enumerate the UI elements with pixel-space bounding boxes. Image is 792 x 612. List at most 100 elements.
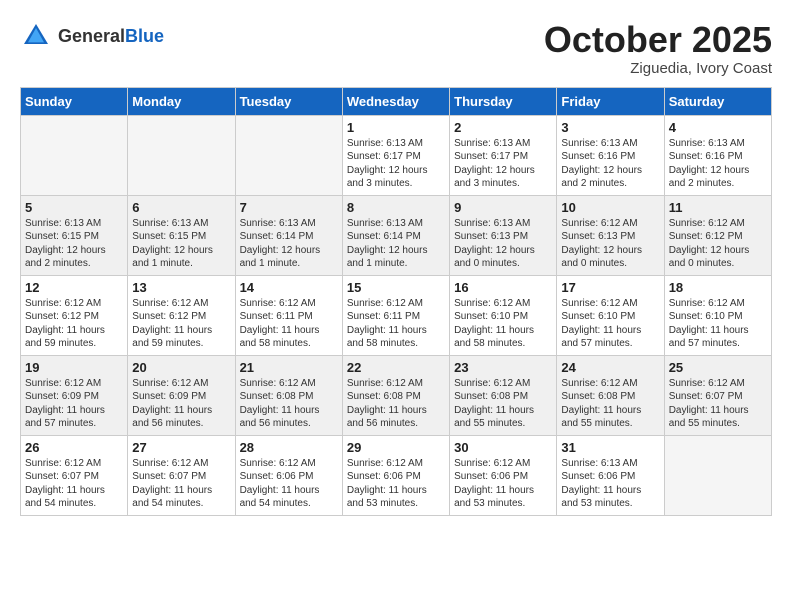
calendar-day-cell: 1 Sunrise: 6:13 AM Sunset: 6:17 PM Daylig…	[342, 115, 449, 195]
calendar-week-row: 12Sunrise: 6:12 AM Sunset: 6:12 PM Dayli…	[21, 275, 772, 355]
calendar-day-cell: 24Sunrise: 6:12 AM Sunset: 6:08 PM Dayli…	[557, 355, 664, 435]
day-info: Sunrise: 6:12 AM Sunset: 6:10 PM Dayligh…	[454, 297, 552, 351]
calendar-day-cell: 22 Sunrise: 6:12 AM Sunset: 6:08 PM Dayli…	[342, 355, 449, 435]
day-info: Sunrise: 6:12 AM Sunset: 6:06 PM Dayligh…	[454, 457, 552, 511]
day-info: Sunrise: 6:12 AM Sunset: 6:08 PM Dayligh…	[454, 377, 552, 431]
day-number: 26	[25, 440, 123, 455]
calendar-day-cell: 5 Sunrise: 6:13 AM Sunset: 6:15 PM Daylig…	[21, 195, 128, 275]
day-info: Sunrise: 6:13 AM Sunset: 6:15 PM Dayligh…	[25, 217, 123, 271]
day-info: Sunrise: 6:12 AM Sunset: 6:08 PM Dayligh…	[561, 377, 659, 431]
weekday-header-row: SundayMondayTuesdayWednesdayThursdayFrid…	[21, 87, 772, 115]
day-number: 14	[240, 280, 338, 295]
calendar-day-cell: 23 Sunrise: 6:12 AM Sunset: 6:08 PM Dayli…	[450, 355, 557, 435]
day-info: Sunrise: 6:13 AM Sunset: 6:17 PM Dayligh…	[347, 137, 445, 191]
day-number: 10	[561, 200, 659, 215]
day-number: 1	[347, 120, 445, 135]
calendar-day-cell: 29 Sunrise: 6:12 AM Sunset: 6:06 PM Dayli…	[342, 435, 449, 515]
day-number: 6	[132, 200, 230, 215]
location-title: Ziguedia, Ivory Coast	[544, 60, 772, 77]
day-number: 30	[454, 440, 552, 455]
calendar-day-cell: 12Sunrise: 6:12 AM Sunset: 6:12 PM Dayli…	[21, 275, 128, 355]
day-info: Sunrise: 6:13 AM Sunset: 6:16 PM Dayligh…	[669, 137, 767, 191]
day-number: 22	[347, 360, 445, 375]
calendar-day-cell: 20 Sunrise: 6:12 AM Sunset: 6:09 PM Dayli…	[128, 355, 235, 435]
day-info: Sunrise: 6:13 AM Sunset: 6:15 PM Dayligh…	[132, 217, 230, 271]
day-info: Sunrise: 6:12 AM Sunset: 6:07 PM Dayligh…	[132, 457, 230, 511]
day-number: 19	[25, 360, 123, 375]
calendar-day-cell: 21Sunrise: 6:12 AM Sunset: 6:08 PM Dayli…	[235, 355, 342, 435]
day-number: 29	[347, 440, 445, 455]
weekday-header-tuesday: Tuesday	[235, 87, 342, 115]
day-info: Sunrise: 6:12 AM Sunset: 6:06 PM Dayligh…	[347, 457, 445, 511]
calendar-table: SundayMondayTuesdayWednesdayThursdayFrid…	[20, 87, 772, 516]
calendar-day-cell: 16 Sunrise: 6:12 AM Sunset: 6:10 PM Dayli…	[450, 275, 557, 355]
day-info: Sunrise: 6:12 AM Sunset: 6:12 PM Dayligh…	[25, 297, 123, 351]
day-number: 2	[454, 120, 552, 135]
day-info: Sunrise: 6:12 AM Sunset: 6:08 PM Dayligh…	[347, 377, 445, 431]
calendar-day-cell: 19Sunrise: 6:12 AM Sunset: 6:09 PM Dayli…	[21, 355, 128, 435]
day-info: Sunrise: 6:12 AM Sunset: 6:09 PM Dayligh…	[132, 377, 230, 431]
logo-general: General	[58, 26, 125, 46]
calendar-day-cell: 27 Sunrise: 6:12 AM Sunset: 6:07 PM Dayli…	[128, 435, 235, 515]
calendar-day-cell	[664, 435, 771, 515]
calendar-day-cell: 14 Sunrise: 6:12 AM Sunset: 6:11 PM Dayli…	[235, 275, 342, 355]
page-header: GeneralBlue October 2025 Ziguedia, Ivory…	[20, 20, 772, 77]
weekday-header-saturday: Saturday	[664, 87, 771, 115]
day-number: 31	[561, 440, 659, 455]
logo: GeneralBlue	[20, 20, 164, 52]
day-number: 5	[25, 200, 123, 215]
day-info: Sunrise: 6:12 AM Sunset: 6:07 PM Dayligh…	[669, 377, 767, 431]
day-info: Sunrise: 6:12 AM Sunset: 6:11 PM Dayligh…	[240, 297, 338, 351]
day-info: Sunrise: 6:13 AM Sunset: 6:17 PM Dayligh…	[454, 137, 552, 191]
day-number: 8	[347, 200, 445, 215]
calendar-day-cell: 30 Sunrise: 6:12 AM Sunset: 6:06 PM Dayli…	[450, 435, 557, 515]
logo-icon	[20, 20, 52, 52]
calendar-week-row: 26 Sunrise: 6:12 AM Sunset: 6:07 PM Dayli…	[21, 435, 772, 515]
day-info: Sunrise: 6:12 AM Sunset: 6:12 PM Dayligh…	[132, 297, 230, 351]
weekday-header-monday: Monday	[128, 87, 235, 115]
day-number: 23	[454, 360, 552, 375]
day-info: Sunrise: 6:12 AM Sunset: 6:10 PM Dayligh…	[669, 297, 767, 351]
calendar-day-cell: 10 Sunrise: 6:12 AM Sunset: 6:13 PM Dayli…	[557, 195, 664, 275]
calendar-day-cell: 9 Sunrise: 6:13 AM Sunset: 6:13 PM Daylig…	[450, 195, 557, 275]
day-info: Sunrise: 6:13 AM Sunset: 6:06 PM Dayligh…	[561, 457, 659, 511]
day-number: 21	[240, 360, 338, 375]
weekday-header-thursday: Thursday	[450, 87, 557, 115]
day-info: Sunrise: 6:13 AM Sunset: 6:16 PM Dayligh…	[561, 137, 659, 191]
calendar-day-cell	[235, 115, 342, 195]
calendar-day-cell: 31 Sunrise: 6:13 AM Sunset: 6:06 PM Dayli…	[557, 435, 664, 515]
calendar-day-cell: 3 Sunrise: 6:13 AM Sunset: 6:16 PM Daylig…	[557, 115, 664, 195]
day-number: 4	[669, 120, 767, 135]
calendar-day-cell: 15Sunrise: 6:12 AM Sunset: 6:11 PM Dayli…	[342, 275, 449, 355]
weekday-header-sunday: Sunday	[21, 87, 128, 115]
day-number: 9	[454, 200, 552, 215]
day-number: 13	[132, 280, 230, 295]
calendar-day-cell: 7 Sunrise: 6:13 AM Sunset: 6:14 PM Daylig…	[235, 195, 342, 275]
calendar-day-cell	[128, 115, 235, 195]
day-number: 16	[454, 280, 552, 295]
calendar-day-cell: 17Sunrise: 6:12 AM Sunset: 6:10 PM Dayli…	[557, 275, 664, 355]
day-info: Sunrise: 6:12 AM Sunset: 6:11 PM Dayligh…	[347, 297, 445, 351]
day-info: Sunrise: 6:13 AM Sunset: 6:14 PM Dayligh…	[240, 217, 338, 271]
day-number: 28	[240, 440, 338, 455]
calendar-day-cell: 8Sunrise: 6:13 AM Sunset: 6:14 PM Daylig…	[342, 195, 449, 275]
day-number: 11	[669, 200, 767, 215]
weekday-header-friday: Friday	[557, 87, 664, 115]
day-number: 7	[240, 200, 338, 215]
day-info: Sunrise: 6:12 AM Sunset: 6:12 PM Dayligh…	[669, 217, 767, 271]
calendar-day-cell: 11 Sunrise: 6:12 AM Sunset: 6:12 PM Dayli…	[664, 195, 771, 275]
calendar-day-cell: 28Sunrise: 6:12 AM Sunset: 6:06 PM Dayli…	[235, 435, 342, 515]
calendar-day-cell	[21, 115, 128, 195]
weekday-header-wednesday: Wednesday	[342, 87, 449, 115]
day-number: 17	[561, 280, 659, 295]
calendar-day-cell: 4 Sunrise: 6:13 AM Sunset: 6:16 PM Daylig…	[664, 115, 771, 195]
day-number: 3	[561, 120, 659, 135]
day-number: 20	[132, 360, 230, 375]
calendar-day-cell: 2 Sunrise: 6:13 AM Sunset: 6:17 PM Daylig…	[450, 115, 557, 195]
month-title: October 2025	[544, 20, 772, 60]
day-info: Sunrise: 6:13 AM Sunset: 6:13 PM Dayligh…	[454, 217, 552, 271]
calendar-week-row: 5 Sunrise: 6:13 AM Sunset: 6:15 PM Daylig…	[21, 195, 772, 275]
day-number: 27	[132, 440, 230, 455]
day-info: Sunrise: 6:12 AM Sunset: 6:13 PM Dayligh…	[561, 217, 659, 271]
day-info: Sunrise: 6:12 AM Sunset: 6:07 PM Dayligh…	[25, 457, 123, 511]
